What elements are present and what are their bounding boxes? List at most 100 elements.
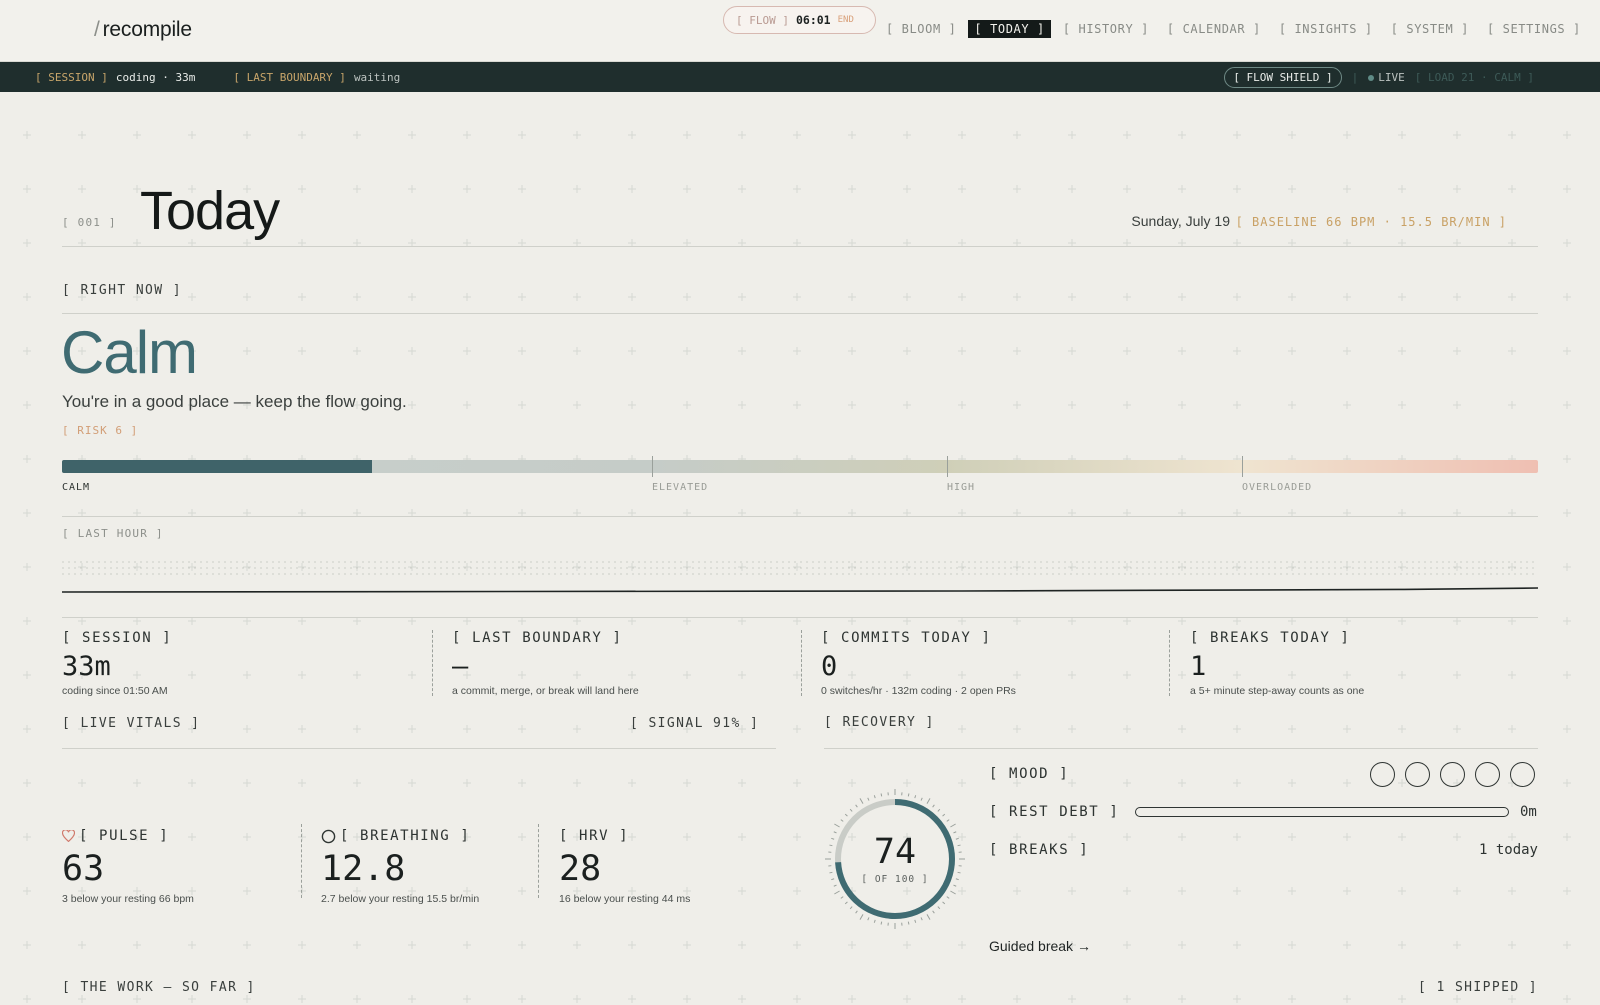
grid-plus	[1288, 131, 1296, 139]
breathing-value: 12.8	[321, 849, 406, 889]
flow-shield-button[interactable]: [ FLOW SHIELD ]	[1224, 66, 1342, 88]
grid-plus	[408, 185, 416, 193]
grid-plus	[848, 185, 856, 193]
grid-plus	[1508, 833, 1516, 841]
grid-plus	[1123, 725, 1131, 733]
grid-plus	[1233, 995, 1241, 1003]
gauge-tick	[950, 823, 956, 828]
grid-plus	[1508, 941, 1516, 949]
grid-plus	[518, 347, 526, 355]
grid-plus	[1343, 347, 1351, 355]
gauge-tick	[946, 819, 950, 822]
grid-plus	[298, 725, 306, 733]
hrv-value: 28	[559, 849, 602, 889]
grid-plus	[518, 185, 526, 193]
status-boundary-tag: [ LAST BOUNDARY ]	[233, 70, 346, 84]
stat-value: 1	[1190, 651, 1207, 682]
gauge-tick	[855, 910, 858, 914]
grid-plus	[23, 509, 31, 517]
grid-plus	[573, 401, 581, 409]
grid-plus	[298, 293, 306, 301]
grid-plus	[903, 293, 911, 301]
work-so-far-tag: [ THE WORK — SO FAR ]	[62, 980, 256, 995]
grid-plus	[903, 131, 911, 139]
grid-plus	[463, 131, 471, 139]
grid-plus	[683, 185, 691, 193]
nav-history[interactable]: [ HISTORY ]	[1057, 20, 1155, 38]
grid-plus	[628, 347, 636, 355]
grid-plus	[848, 131, 856, 139]
mood-option-2[interactable]	[1405, 762, 1430, 787]
grid-plus	[1453, 185, 1461, 193]
grid-plus	[1508, 617, 1516, 625]
grid-plus	[903, 617, 911, 625]
nav-today[interactable]: [ TODAY ]	[968, 20, 1051, 38]
guided-break-link[interactable]: Guided break →	[989, 938, 1091, 954]
mood-option-1[interactable]	[1370, 762, 1395, 787]
grid-plus	[958, 779, 966, 787]
grid-plus	[573, 617, 581, 625]
grid-plus	[133, 941, 141, 949]
grid-plus	[1563, 563, 1571, 571]
live-vitals-tag: [ LIVE VITALS ]	[62, 716, 201, 731]
nav-bloom[interactable]: [ BLOOM ]	[880, 20, 962, 38]
grid-plus	[1563, 725, 1571, 733]
gauge-tick	[833, 884, 837, 887]
grid-plus	[1343, 725, 1351, 733]
grid-plus	[628, 131, 636, 139]
grid-plus	[1398, 131, 1406, 139]
grid-plus	[1178, 671, 1186, 679]
nav-insights[interactable]: [ INSIGHTS ]	[1273, 20, 1379, 38]
grid-plus	[738, 941, 746, 949]
grid-plus	[1343, 833, 1351, 841]
mood-option-5[interactable]	[1510, 762, 1535, 787]
grid-plus	[1453, 941, 1461, 949]
stat-separator	[801, 630, 802, 696]
grid-plus	[903, 347, 911, 355]
grid-plus	[1343, 995, 1351, 1003]
gauge-tick	[950, 890, 956, 895]
grid-plus	[1508, 131, 1516, 139]
grid-plus	[298, 347, 306, 355]
grid-plus	[793, 833, 801, 841]
grid-plus	[1123, 671, 1131, 679]
mood-option-3[interactable]	[1440, 762, 1465, 787]
grid-plus	[683, 995, 691, 1003]
grid-plus	[793, 779, 801, 787]
grid-plus	[23, 887, 31, 895]
grid-plus	[1013, 725, 1021, 733]
gauge-tick	[873, 919, 876, 923]
grid-plus	[408, 779, 416, 787]
grid-plus	[243, 725, 251, 733]
grid-plus	[1563, 293, 1571, 301]
app-logo[interactable]: / recompile	[94, 18, 192, 42]
grid-plus	[1233, 347, 1241, 355]
grid-plus	[518, 941, 526, 949]
nav-system[interactable]: [ SYSTEM ]	[1385, 20, 1475, 38]
flow-timer-pill[interactable]: [ FLOW ] 06:01 END	[723, 6, 876, 34]
status-spacer	[203, 71, 225, 84]
grid-plus	[793, 617, 801, 625]
mood-option-4[interactable]	[1475, 762, 1500, 787]
scale-divider	[62, 516, 1538, 517]
logo-slash: /	[94, 18, 100, 41]
shipped-count: [ 1 SHIPPED ]	[1418, 980, 1538, 995]
stat-commits-today: [ COMMITS TODAY ] 0 0 switches/hr · 132m…	[821, 630, 1016, 697]
grid-plus	[1013, 833, 1021, 841]
grid-plus	[628, 401, 636, 409]
grid-plus	[628, 293, 636, 301]
nav-calendar[interactable]: [ CALENDAR ]	[1161, 20, 1267, 38]
nav-settings[interactable]: [ SETTINGS ]	[1481, 20, 1587, 38]
gauge-tick	[946, 896, 950, 899]
gauge-tick	[834, 823, 840, 828]
grid-plus	[793, 725, 801, 733]
grid-plus	[353, 725, 361, 733]
status-divider: |	[1351, 70, 1359, 84]
grid-plus	[1013, 131, 1021, 139]
grid-plus	[1178, 401, 1186, 409]
grid-plus	[1453, 617, 1461, 625]
right-now-divider	[62, 313, 1538, 314]
grid-plus	[353, 617, 361, 625]
grid-plus	[1288, 779, 1296, 787]
flow-end-button[interactable]: END	[838, 15, 854, 25]
